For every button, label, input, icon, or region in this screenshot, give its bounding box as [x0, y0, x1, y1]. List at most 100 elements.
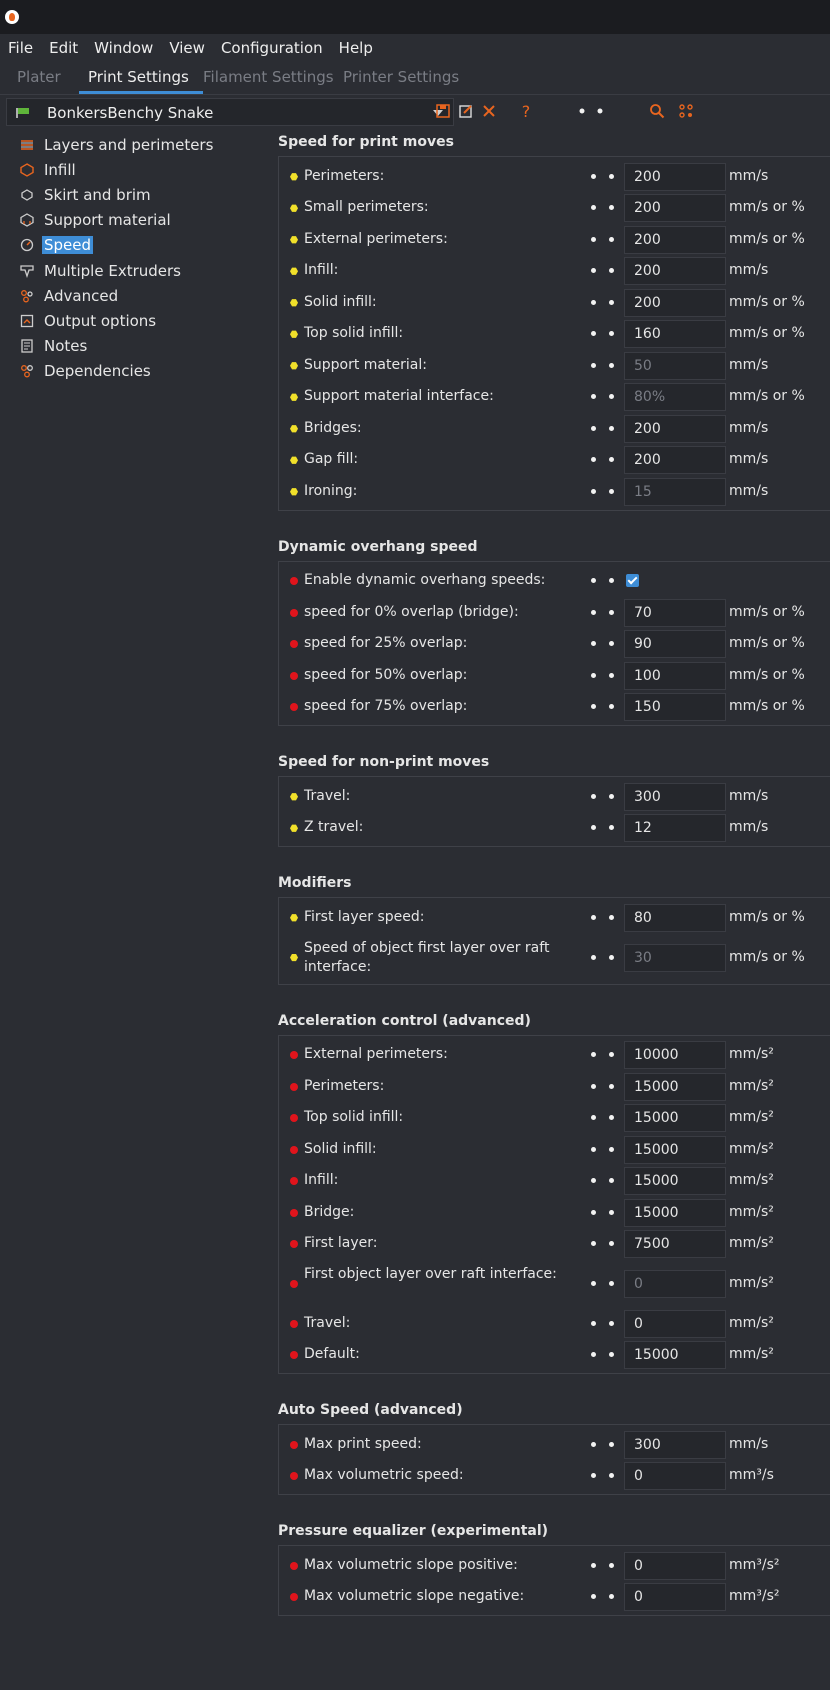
edit-icon[interactable] — [457, 103, 475, 121]
value-input[interactable]: 90 — [624, 630, 726, 659]
value-input[interactable]: 15000 — [624, 1072, 726, 1101]
reset-indicator-icon[interactable] — [591, 1146, 621, 1153]
reset-indicator-icon[interactable] — [591, 672, 621, 679]
reset-indicator-icon[interactable] — [591, 457, 621, 463]
help-icon[interactable]: ? — [517, 103, 535, 121]
reset-indicator-icon[interactable] — [591, 793, 621, 800]
reset-indicator-icon[interactable] — [591, 641, 621, 647]
value-input[interactable]: 200 — [624, 414, 726, 443]
reset-indicator-icon[interactable] — [591, 331, 621, 337]
reset-indicator-icon[interactable] — [591, 299, 621, 306]
system-value-icon — [290, 362, 298, 370]
value-input[interactable]: 15000 — [624, 1198, 726, 1227]
value-input[interactable]: 200 — [624, 162, 726, 191]
value-input[interactable]: 10000 — [624, 1041, 726, 1070]
value-input[interactable]: 15000 — [624, 1135, 726, 1164]
setting-row: Top solid infill: 15000 mm/s² — [279, 1103, 830, 1135]
setting-row: Speed of object first layer over raft in… — [279, 934, 830, 982]
value-input[interactable]: 7500 — [624, 1230, 726, 1259]
system-value-icon — [290, 824, 298, 832]
delete-icon[interactable] — [480, 103, 498, 121]
tab-plater[interactable]: Plater — [17, 68, 61, 86]
section-title: Dynamic overhang speed — [278, 538, 478, 555]
value-input[interactable]: 100 — [624, 661, 726, 690]
setting-label: Travel: — [304, 787, 351, 804]
value-input[interactable]: 300 — [624, 1430, 726, 1459]
reset-indicator-icon[interactable] — [591, 914, 621, 921]
value-input[interactable]: 80 — [624, 903, 726, 932]
setting-label: speed for 25% overlap: — [304, 635, 468, 652]
reset-indicator-icon[interactable] — [591, 425, 621, 432]
reset-indicator-icon[interactable] — [591, 1562, 621, 1569]
reset-indicator-icon[interactable] — [591, 173, 621, 180]
reset-indicator-icon[interactable] — [591, 488, 621, 495]
tab-printer-settings[interactable]: Printer Settings — [343, 68, 459, 86]
active-tab-indicator — [79, 91, 203, 94]
compare-icon[interactable] — [577, 103, 607, 121]
enable-checkbox[interactable] — [626, 574, 639, 588]
value-input: 50 — [624, 351, 726, 380]
value-input[interactable]: 0 — [624, 1309, 726, 1338]
reset-indicator-icon[interactable] — [591, 1241, 621, 1247]
reset-indicator-icon[interactable] — [591, 362, 621, 369]
menu-view[interactable]: View — [161, 34, 213, 62]
value-input[interactable]: 200 — [624, 257, 726, 286]
value-input[interactable]: 200 — [624, 288, 726, 317]
reset-indicator-icon[interactable] — [591, 1352, 621, 1358]
value-input[interactable]: 70 — [624, 598, 726, 627]
options-icon[interactable] — [677, 103, 695, 121]
reset-indicator-icon[interactable] — [591, 1115, 621, 1121]
search-icon[interactable] — [648, 103, 666, 121]
reset-indicator-icon[interactable] — [591, 1594, 621, 1600]
reset-indicator-icon[interactable] — [591, 1083, 621, 1090]
reset-indicator-icon[interactable] — [591, 1209, 621, 1216]
reset-indicator-icon[interactable] — [591, 236, 621, 243]
value-input[interactable]: 200 — [624, 446, 726, 475]
reset-indicator-icon[interactable] — [591, 1320, 621, 1327]
value-input[interactable]: 15000 — [624, 1341, 726, 1370]
reset-indicator-icon[interactable] — [591, 704, 621, 710]
tab-print-settings[interactable]: Print Settings — [88, 68, 189, 86]
menu-help[interactable]: Help — [331, 34, 381, 62]
reset-indicator-icon[interactable] — [591, 954, 621, 961]
preset-select[interactable]: BonkersBenchy Snake — [6, 98, 454, 126]
value-input[interactable]: 200 — [624, 225, 726, 254]
unit-label: mm/s² — [729, 1275, 774, 1291]
reset-indicator-icon[interactable] — [591, 1473, 621, 1479]
value-input[interactable]: 0 — [624, 1583, 726, 1612]
value-input[interactable]: 300 — [624, 782, 726, 811]
reset-indicator-icon[interactable] — [591, 1052, 621, 1058]
value-input[interactable]: 15000 — [624, 1167, 726, 1196]
value-input[interactable]: 12 — [624, 814, 726, 843]
value-input[interactable]: 0 — [624, 1462, 726, 1491]
value-input[interactable]: 200 — [624, 194, 726, 223]
menu-file[interactable]: File — [0, 34, 41, 62]
setting-row: Travel: 0 mm/s² — [279, 1308, 830, 1340]
reset-indicator-icon[interactable] — [591, 578, 621, 584]
menu-edit[interactable]: Edit — [41, 34, 86, 62]
system-value-icon — [290, 393, 298, 401]
setting-row: Gap fill: 200 mm/s — [279, 445, 830, 477]
save-icon[interactable] — [434, 103, 452, 121]
value-input[interactable]: 0 — [624, 1551, 726, 1580]
section-title: Pressure equalizer (experimental) — [278, 1523, 549, 1539]
reset-indicator-icon[interactable] — [591, 394, 621, 400]
setting-label: Solid infill: — [304, 1140, 377, 1157]
tab-filament-settings[interactable]: Filament Settings — [203, 68, 334, 86]
setting-row: Max volumetric slope positive: 0 mm³/s² — [279, 1550, 830, 1582]
reset-indicator-icon[interactable] — [591, 1441, 621, 1448]
reset-indicator-icon[interactable] — [591, 205, 621, 211]
reset-indicator-icon[interactable] — [591, 268, 621, 274]
reset-indicator-icon[interactable] — [591, 609, 621, 616]
reset-indicator-icon[interactable] — [591, 1281, 621, 1287]
unit-label: mm/s — [729, 482, 769, 499]
reset-indicator-icon[interactable] — [591, 1178, 621, 1184]
setting-row: Perimeters: 200 mm/s — [279, 161, 830, 193]
value-input[interactable]: 15000 — [624, 1104, 726, 1133]
setting-label: Default: — [304, 1346, 360, 1363]
reset-indicator-icon[interactable] — [591, 825, 621, 831]
value-input[interactable]: 150 — [624, 693, 726, 722]
menu-configuration[interactable]: Configuration — [213, 34, 331, 62]
value-input[interactable]: 160 — [624, 320, 726, 349]
menu-window[interactable]: Window — [86, 34, 161, 62]
